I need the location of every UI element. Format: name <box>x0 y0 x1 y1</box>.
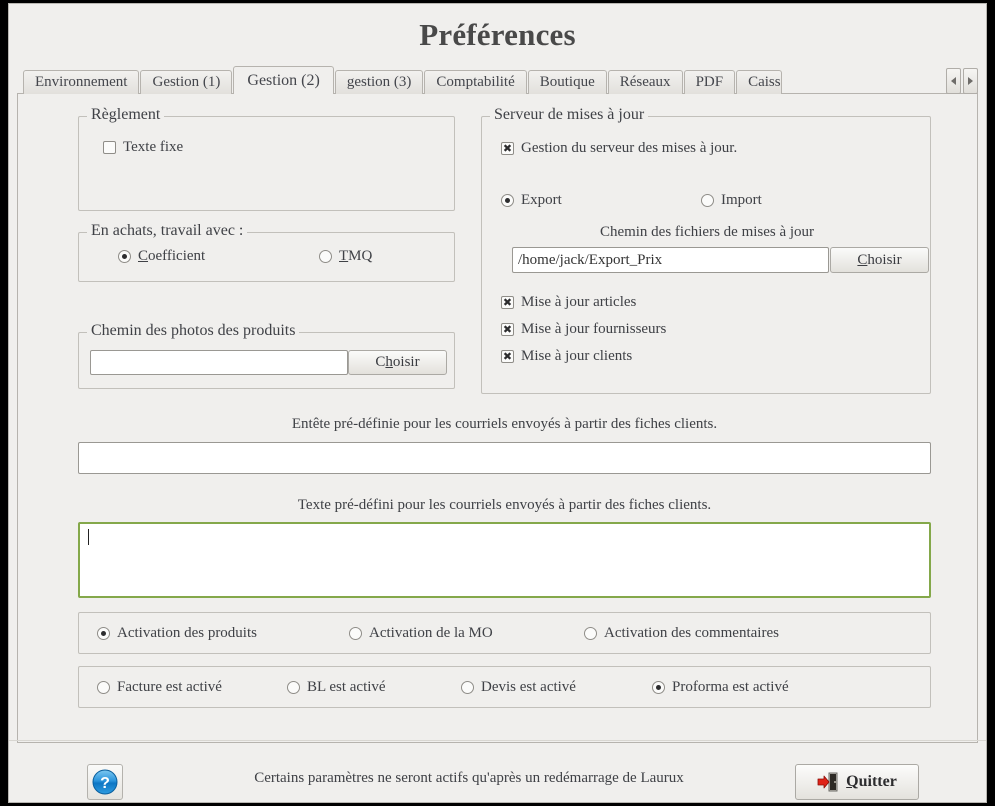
mail-header-caption: Entête pré-définie pour les courriels en… <box>291 416 718 432</box>
radio-facture-active-label: Facture est activé <box>117 678 222 695</box>
radio-activation-mo[interactable]: Activation de la MO <box>349 625 493 642</box>
checkbox-maj-fournisseurs[interactable]: Mise à jour fournisseurs <box>501 321 666 338</box>
radio-tmq-label: TMQ <box>339 248 373 264</box>
radio-activation-commentaires-dot[interactable] <box>584 626 597 640</box>
checkbox-maj-clients-box[interactable] <box>501 350 514 363</box>
mail-header-input[interactable] <box>78 442 931 474</box>
checkbox-texte-fixe-box[interactable] <box>103 141 116 154</box>
mail-body-caption: Texte pré-défini pour les courriels envo… <box>297 497 712 513</box>
tab-gestion-1[interactable]: Gestion (1) <box>140 70 233 94</box>
radio-activation-commentaires-label: Activation des commentaires <box>604 624 779 641</box>
radio-facture-active-dot[interactable] <box>97 680 110 694</box>
radio-coefficient-label: Coefficient <box>138 248 206 264</box>
radio-devis-active-label: Devis est activé <box>481 678 576 695</box>
document-options-bar: Facture est activé BL est activé Devis e… <box>78 666 931 708</box>
checkbox-maj-articles-label: Mise à jour articles <box>521 294 637 310</box>
tab-scroll-right-button[interactable] <box>963 68 978 94</box>
exit-door-icon <box>817 772 838 792</box>
group-serveur-mises-a-jour: Serveur de mises à jour Gestion du serve… <box>481 106 931 394</box>
checkbox-maj-clients[interactable]: Mise à jour clients <box>501 348 632 365</box>
checkbox-maj-fournisseurs-label: Mise à jour fournisseurs <box>521 321 667 337</box>
tab-strip: Environnement Gestion (1) Gestion (2) ge… <box>17 66 978 94</box>
checkbox-gestion-serveur-box[interactable] <box>501 142 514 155</box>
checkbox-gestion-serveur[interactable]: Gestion du serveur des mises à jour. <box>501 140 737 157</box>
group-en-achats: En achats, travail avec : Coefficient TM… <box>78 222 455 282</box>
serveur-choose-label: Choisir <box>857 251 902 268</box>
radio-import-label: Import <box>721 192 762 208</box>
radio-activation-produits-dot[interactable] <box>97 626 110 640</box>
serveur-path-caption: Chemin des fichiers de mises à jour <box>599 224 815 240</box>
tab-pdf[interactable]: PDF <box>683 70 736 94</box>
text-cursor <box>88 529 89 545</box>
radio-activation-commentaires[interactable]: Activation des commentaires <box>584 625 779 642</box>
radio-facture-active[interactable]: Facture est activé <box>97 679 222 696</box>
help-question-icon: ? <box>92 769 118 795</box>
page-title: Préférences <box>419 17 576 52</box>
quit-button-label: Quitter <box>846 773 897 790</box>
preferences-notebook: Environnement Gestion (1) Gestion (2) ge… <box>17 66 978 743</box>
tab-gestion-3[interactable]: gestion (3) <box>334 70 424 94</box>
quit-button[interactable]: Quitter <box>795 764 919 800</box>
photos-choose-button[interactable]: Choisir <box>348 350 447 375</box>
radio-export-dot[interactable] <box>501 194 514 207</box>
group-chemin-photos-legend: Chemin des photos des produits <box>87 322 300 340</box>
tab-gestion-2[interactable]: Gestion (2) <box>233 66 334 94</box>
activation-options-bar: Activation des produits Activation de la… <box>78 612 931 654</box>
radio-tmq-dot[interactable] <box>319 250 332 263</box>
radio-bl-active[interactable]: BL est activé <box>287 679 386 696</box>
photos-choose-label: Choisir <box>375 354 420 370</box>
radio-export[interactable]: Export <box>501 192 562 209</box>
title-area: Préférences <box>9 4 986 66</box>
radio-proforma-active-dot[interactable] <box>652 680 665 694</box>
checkbox-maj-articles[interactable]: Mise à jour articles <box>501 294 636 311</box>
checkbox-texte-fixe[interactable]: Texte fixe <box>103 139 183 156</box>
serveur-choose-button[interactable]: Choisir <box>830 247 929 273</box>
checkbox-maj-articles-box[interactable] <box>501 296 514 309</box>
tab-scroll-buttons <box>944 68 978 94</box>
help-button[interactable]: ? <box>87 764 123 800</box>
radio-import-dot[interactable] <box>701 194 714 207</box>
radio-bl-active-dot[interactable] <box>287 680 300 694</box>
radio-bl-active-label: BL est activé <box>307 678 386 695</box>
radio-proforma-active-label: Proforma est activé <box>672 678 789 695</box>
radio-activation-produits[interactable]: Activation des produits <box>97 625 257 642</box>
preferences-window: Préférences Environnement Gestion (1) Ge… <box>8 3 987 803</box>
serveur-path-input[interactable]: /home/jack/Export_Prix <box>512 247 829 273</box>
tab-reseaux[interactable]: Réseaux <box>607 70 683 94</box>
photos-path-input[interactable] <box>90 350 348 375</box>
radio-activation-mo-label: Activation de la MO <box>369 624 493 641</box>
checkbox-texte-fixe-label: Texte fixe <box>123 139 184 155</box>
svg-text:?: ? <box>100 775 110 792</box>
radio-coefficient-dot[interactable] <box>118 250 131 263</box>
tab-caisse[interactable]: Caisse <box>736 70 783 94</box>
footer-separator <box>9 740 986 741</box>
radio-proforma-active[interactable]: Proforma est activé <box>652 679 789 696</box>
group-en-achats-legend: En achats, travail avec : <box>87 222 248 240</box>
radio-tmq[interactable]: TMQ <box>319 248 372 265</box>
checkbox-gestion-serveur-label: Gestion du serveur des mises à jour. <box>521 140 738 156</box>
radio-activation-mo-dot[interactable] <box>349 626 362 640</box>
tab-comptabilite[interactable]: Comptabilité <box>424 70 527 94</box>
tab-page-gestion-2: Règlement Texte fixe En achats, travail … <box>17 93 978 743</box>
group-reglement-legend: Règlement <box>87 106 165 124</box>
chevron-right-icon <box>968 77 973 85</box>
checkbox-maj-clients-label: Mise à jour clients <box>521 348 633 364</box>
radio-devis-active-dot[interactable] <box>461 680 474 694</box>
tab-environnement[interactable]: Environnement <box>23 70 140 94</box>
group-chemin-photos: Chemin des photos des produits Choisir <box>78 322 455 389</box>
radio-export-label: Export <box>521 192 562 208</box>
group-serveur-legend: Serveur de mises à jour <box>490 106 649 124</box>
checkbox-maj-fournisseurs-box[interactable] <box>501 323 514 336</box>
mail-body-textarea[interactable] <box>78 522 931 598</box>
group-reglement: Règlement Texte fixe <box>78 106 455 211</box>
radio-coefficient[interactable]: Coefficient <box>118 248 205 265</box>
radio-activation-produits-label: Activation des produits <box>117 624 257 641</box>
tab-scroll-left-button[interactable] <box>946 68 961 94</box>
tab-boutique[interactable]: Boutique <box>527 70 607 94</box>
radio-devis-active[interactable]: Devis est activé <box>461 679 576 696</box>
restart-note: Certains paramètres ne seront actifs qu'… <box>254 770 684 786</box>
radio-import[interactable]: Import <box>701 192 762 209</box>
chevron-left-icon <box>951 77 956 85</box>
